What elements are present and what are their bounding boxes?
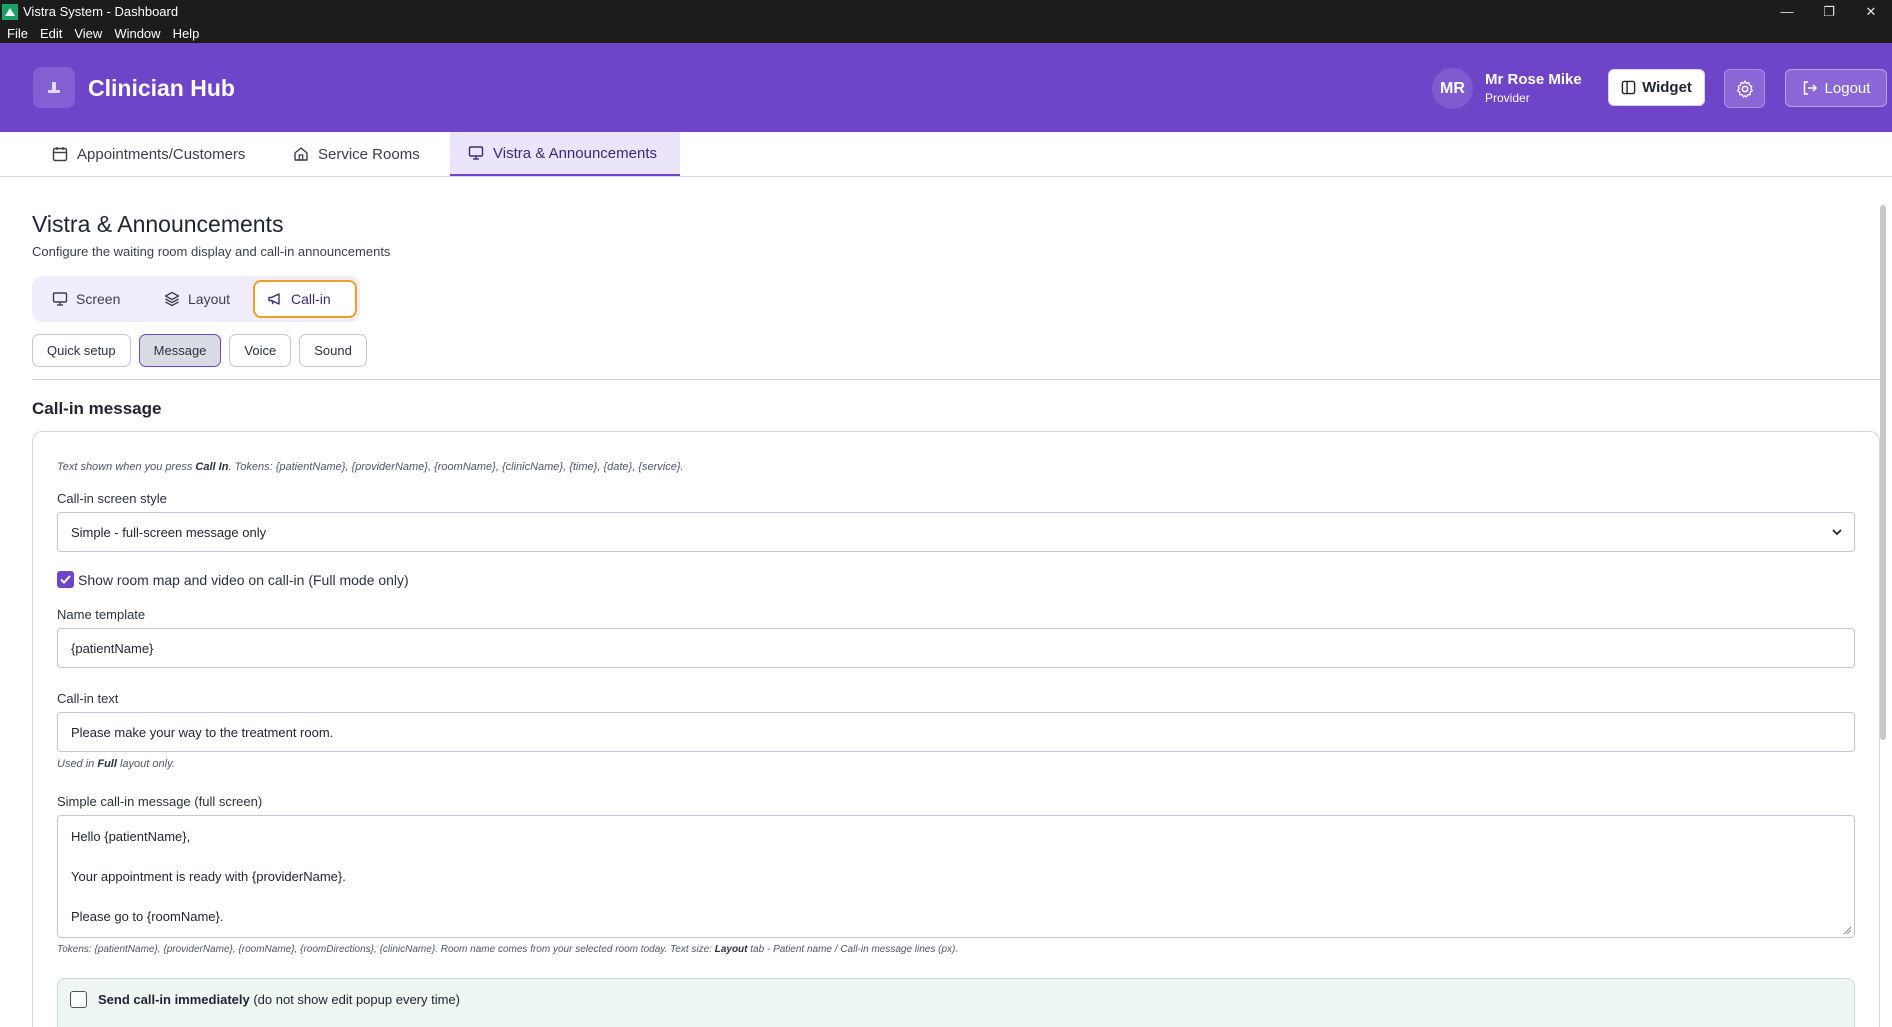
window-titlebar: Vistra System - Dashboard — ❐ ✕: [0, 0, 1892, 23]
show-map-checkbox[interactable]: [57, 571, 74, 588]
segment-label: Layout: [188, 291, 231, 307]
callin-style-select[interactable]: Simple - full-screen message only: [57, 512, 1855, 552]
hint-text: Text shown when you press: [57, 461, 196, 473]
textarea-line: Please go to {roomName}.: [71, 909, 224, 924]
page-scrollbar[interactable]: [1880, 205, 1886, 740]
widget-button[interactable]: Widget: [1608, 69, 1705, 106]
menu-file[interactable]: File: [7, 26, 28, 41]
select-value: Simple - full-screen message only: [71, 524, 267, 540]
send-immediately-bold: Send call-in immediately: [98, 992, 250, 1007]
restore-icon[interactable]: ❐: [1808, 0, 1850, 23]
menu-view[interactable]: View: [74, 26, 102, 41]
tokens-hint: Text shown when you press Call In. Token…: [57, 461, 684, 473]
style-label: Call-in screen style: [57, 491, 167, 506]
textarea-line: Your appointment is ready with {provider…: [71, 869, 346, 884]
hint-bold: Call In: [195, 461, 229, 473]
hint-text: tab - Patient name / Call-in message lin…: [747, 944, 959, 955]
window-title: Vistra System - Dashboard: [23, 4, 179, 19]
gear-icon: [1736, 79, 1753, 98]
input-value: Please make your way to the treatment ro…: [71, 724, 334, 740]
user-name: Mr Rose Mike: [1485, 71, 1582, 88]
settings-button[interactable]: [1724, 69, 1765, 108]
callin-text-input[interactable]: Please make your way to the treatment ro…: [57, 712, 1855, 752]
hint-bold: Full: [97, 758, 117, 770]
panel-icon: [1621, 80, 1636, 95]
segment-call-in[interactable]: Call-in: [253, 280, 357, 318]
name-template-label: Name template: [57, 607, 146, 622]
menu-bar: File Edit View Window Help: [0, 23, 1892, 43]
section-title: Call-in message: [32, 399, 162, 418]
textarea-line: Hello {patientName},: [71, 829, 191, 844]
page-subtitle: Configure the waiting room display and c…: [32, 244, 391, 259]
brand-logo: [33, 67, 75, 108]
tab-label: Vistra & Announcements: [493, 144, 657, 162]
brand-title: Clinician Hub: [88, 75, 235, 101]
tab-label: Service Rooms: [318, 145, 420, 163]
simple-tokens-hint: Tokens: {patientName}, {providerName}, {…: [57, 944, 958, 955]
megaphone-icon: [268, 293, 280, 305]
user-role: Provider: [1485, 91, 1530, 105]
subtab-sound[interactable]: Sound: [299, 334, 367, 367]
send-immediately-checkbox[interactable]: [70, 991, 87, 1008]
layers-icon: [164, 291, 180, 307]
check-icon: [60, 575, 71, 584]
app-header: Clinician Hub MR Mr Rose Mike Provider W…: [0, 43, 1892, 132]
subtab-message[interactable]: Message: [138, 334, 222, 367]
callin-subtabs: Quick setup Message Voice Sound: [32, 334, 367, 367]
tab-vistra-announcements[interactable]: Vistra & Announcements: [450, 132, 680, 176]
callin-text-label: Call-in text: [57, 691, 119, 706]
avatar[interactable]: MR: [1432, 68, 1473, 109]
widget-label: Widget: [1642, 79, 1692, 96]
simple-message-textarea[interactable]: Hello {patientName}, Your appointment is…: [57, 815, 1855, 938]
logout-button[interactable]: Logout: [1785, 69, 1887, 107]
resize-grip-icon[interactable]: [1842, 925, 1852, 935]
send-immediately-label: Send call-in immediately (do not show ed…: [98, 992, 460, 1007]
segment-label: Call-in: [291, 291, 331, 307]
tab-service-rooms[interactable]: Service Rooms: [275, 132, 438, 176]
show-map-option[interactable]: Show room map and video on call-in (Full…: [57, 571, 409, 588]
hint-text: Used in: [57, 758, 98, 770]
segment-layout[interactable]: Layout: [152, 280, 242, 318]
menu-help[interactable]: Help: [173, 26, 200, 41]
page-title: Vistra & Announcements: [32, 211, 284, 237]
hint-text: layout only.: [116, 758, 175, 770]
calendar-icon: [52, 147, 68, 162]
segment-label: Screen: [76, 291, 121, 307]
simple-message-label: Simple call-in message (full screen): [57, 794, 263, 809]
app-icon: [2, 3, 18, 20]
name-template-input[interactable]: {patientName}: [57, 628, 1855, 668]
tab-appointments[interactable]: Appointments/Customers: [34, 132, 263, 176]
subtab-voice[interactable]: Voice: [229, 334, 292, 367]
menu-window[interactable]: Window: [114, 26, 160, 41]
hint-text: Tokens: {patientName}, {providerName}, {…: [57, 944, 715, 955]
close-icon[interactable]: ✕: [1850, 0, 1892, 23]
clinic-logo-icon: [48, 81, 60, 93]
main-tabs: Appointments/Customers Service Rooms Vis…: [0, 132, 1892, 177]
logout-label: Logout: [1824, 79, 1871, 97]
chevron-down-icon: [1832, 529, 1842, 536]
monitor-icon: [52, 292, 68, 306]
show-map-label: Show room map and video on call-in (Full…: [78, 571, 409, 588]
minimize-icon[interactable]: —: [1766, 0, 1808, 23]
tab-label: Appointments/Customers: [77, 145, 246, 163]
segment-screen[interactable]: Screen: [40, 280, 132, 318]
hint-bold: Layout: [714, 944, 748, 955]
send-immediately-rest: (do not show edit popup every time): [249, 992, 460, 1007]
home-icon: [294, 147, 308, 161]
logout-icon: [1803, 81, 1817, 95]
menu-edit[interactable]: Edit: [40, 26, 62, 41]
input-value: {patientName}: [71, 640, 154, 656]
monitor-icon: [468, 146, 484, 160]
section-segmented-control: Screen Layout Call-in: [32, 276, 360, 322]
divider: [32, 379, 1880, 380]
full-layout-hint: Used in Full layout only.: [57, 758, 175, 770]
send-immediately-option: Send call-in immediately (do not show ed…: [57, 978, 1855, 1027]
subtab-quick-setup[interactable]: Quick setup: [32, 334, 131, 367]
hint-text: . Tokens: {patientName}, {providerName},…: [228, 461, 684, 473]
